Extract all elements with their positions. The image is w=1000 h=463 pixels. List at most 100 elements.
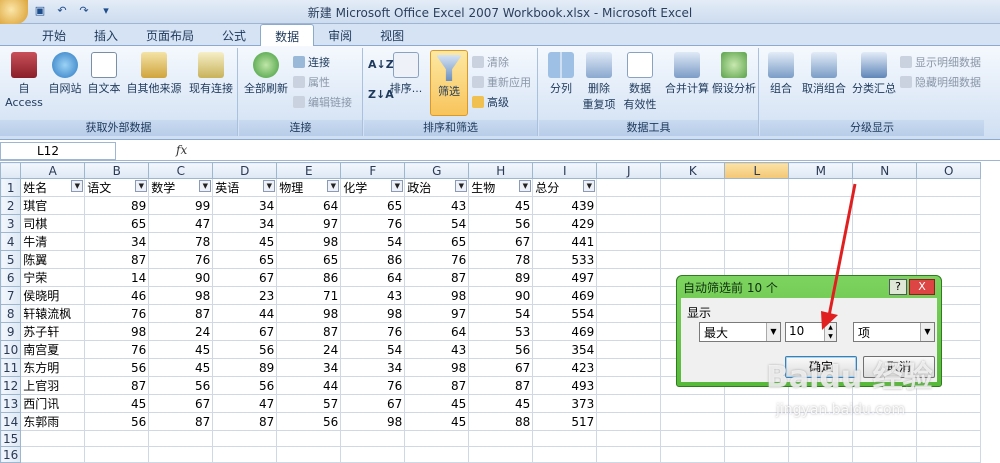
item-count-spinner[interactable]: 10 ▲ ▼ xyxy=(785,322,837,342)
empty-cell[interactable] xyxy=(916,394,982,413)
cell[interactable]: 76 xyxy=(404,250,470,269)
spin-arrows-icon[interactable]: ▲ ▼ xyxy=(824,323,836,341)
fx-icon[interactable]: fx xyxy=(176,143,187,157)
cell[interactable]: 43 xyxy=(404,340,470,359)
empty-cell[interactable] xyxy=(660,214,726,233)
cell[interactable]: 493 xyxy=(532,376,598,395)
from-access-button[interactable]: 自 Access xyxy=(4,52,44,109)
filter-dropdown-icon[interactable]: ▼ xyxy=(455,180,468,192)
connections-button[interactable]: 连接 xyxy=(293,54,330,70)
empty-cell[interactable] xyxy=(852,196,918,215)
cell[interactable]: 78 xyxy=(148,232,214,251)
empty-cell[interactable] xyxy=(788,214,854,233)
empty-cell[interactable] xyxy=(404,430,470,447)
empty-cell[interactable] xyxy=(916,232,982,251)
empty-cell[interactable] xyxy=(660,394,726,413)
empty-cell[interactable] xyxy=(788,178,854,197)
cell[interactable]: 56 xyxy=(276,412,342,431)
cell[interactable]: 88 xyxy=(468,412,534,431)
empty-cell[interactable] xyxy=(596,232,662,251)
empty-cell[interactable] xyxy=(852,232,918,251)
header-cell[interactable]: 化学 ▼ xyxy=(340,178,406,197)
cell[interactable]: 76 xyxy=(340,214,406,233)
empty-cell[interactable] xyxy=(596,250,662,269)
cell[interactable]: 45 xyxy=(468,196,534,215)
column-header-j[interactable]: J xyxy=(596,162,662,179)
cell[interactable]: 429 xyxy=(532,214,598,233)
column-header-l[interactable]: L xyxy=(724,162,790,179)
cell[interactable]: 87 xyxy=(84,376,150,395)
cell[interactable]: 469 xyxy=(532,286,598,305)
cell[interactable]: 87 xyxy=(276,322,342,341)
from-text-button[interactable]: 自文本 xyxy=(86,52,122,96)
cell[interactable]: 441 xyxy=(532,232,598,251)
cell[interactable]: 98 xyxy=(276,304,342,323)
from-other-sources-button[interactable]: 自其他来源 xyxy=(124,52,184,96)
empty-cell[interactable] xyxy=(596,394,662,413)
cell[interactable]: 45 xyxy=(84,394,150,413)
text-to-columns-button[interactable]: 分列 xyxy=(545,52,577,96)
empty-cell[interactable] xyxy=(596,376,662,395)
empty-cell[interactable] xyxy=(84,430,150,447)
filter-dropdown-icon[interactable]: ▼ xyxy=(327,180,340,192)
cell[interactable]: 西门讯 xyxy=(20,394,86,413)
cell[interactable]: 53 xyxy=(468,322,534,341)
cell[interactable]: 47 xyxy=(212,394,278,413)
empty-cell[interactable] xyxy=(596,340,662,359)
empty-cell[interactable] xyxy=(916,250,982,269)
cell[interactable]: 98 xyxy=(84,322,150,341)
filter-dropdown-icon[interactable]: ▼ xyxy=(263,180,276,192)
empty-cell[interactable] xyxy=(852,446,918,463)
empty-cell[interactable] xyxy=(404,446,470,463)
cell[interactable]: 34 xyxy=(212,214,278,233)
empty-cell[interactable] xyxy=(148,446,214,463)
cell[interactable]: 45 xyxy=(148,340,214,359)
cell[interactable]: 89 xyxy=(84,196,150,215)
empty-cell[interactable] xyxy=(724,214,790,233)
column-header-a[interactable]: A xyxy=(20,162,86,179)
row-header[interactable]: 15 xyxy=(0,430,22,447)
cell[interactable]: 354 xyxy=(532,340,598,359)
cell[interactable]: 87 xyxy=(468,376,534,395)
cell[interactable]: 东方明 xyxy=(20,358,86,377)
cell[interactable]: 86 xyxy=(276,268,342,287)
header-cell[interactable]: 数学 ▼ xyxy=(148,178,214,197)
tab-1[interactable]: 插入 xyxy=(80,24,132,46)
cell[interactable]: 56 xyxy=(212,340,278,359)
cell[interactable]: 67 xyxy=(468,232,534,251)
cell[interactable]: 65 xyxy=(404,232,470,251)
cell[interactable]: 45 xyxy=(212,232,278,251)
column-header-d[interactable]: D xyxy=(212,162,278,179)
empty-cell[interactable] xyxy=(596,268,662,287)
row-header[interactable]: 12 xyxy=(0,376,22,395)
row-header[interactable]: 4 xyxy=(0,232,22,251)
empty-cell[interactable] xyxy=(724,430,790,447)
empty-cell[interactable] xyxy=(468,430,534,447)
empty-cell[interactable] xyxy=(724,178,790,197)
column-header-f[interactable]: F xyxy=(340,162,406,179)
cell[interactable]: 64 xyxy=(340,268,406,287)
empty-cell[interactable] xyxy=(788,430,854,447)
row-header[interactable]: 5 xyxy=(0,250,22,269)
cell[interactable]: 54 xyxy=(340,340,406,359)
empty-cell[interactable] xyxy=(340,430,406,447)
cell[interactable]: 24 xyxy=(276,340,342,359)
empty-cell[interactable] xyxy=(916,178,982,197)
cell[interactable]: 97 xyxy=(404,304,470,323)
column-header-g[interactable]: G xyxy=(404,162,470,179)
row-header[interactable]: 9 xyxy=(0,322,22,341)
tab-2[interactable]: 页面布局 xyxy=(132,24,208,46)
cell[interactable]: 侯晓明 xyxy=(20,286,86,305)
cell[interactable]: 54 xyxy=(340,232,406,251)
column-header-h[interactable]: H xyxy=(468,162,534,179)
tab-4[interactable]: 数据 xyxy=(260,24,315,46)
empty-cell[interactable] xyxy=(532,430,598,447)
refresh-all-button[interactable]: 全部刷新 xyxy=(243,52,289,96)
header-cell[interactable]: 政治 ▼ xyxy=(404,178,470,197)
row-header[interactable]: 10 xyxy=(0,340,22,359)
row-header[interactable]: 3 xyxy=(0,214,22,233)
empty-cell[interactable] xyxy=(468,446,534,463)
header-cell[interactable]: 物理 ▼ xyxy=(276,178,342,197)
row-header[interactable]: 7 xyxy=(0,286,22,305)
empty-cell[interactable] xyxy=(788,446,854,463)
